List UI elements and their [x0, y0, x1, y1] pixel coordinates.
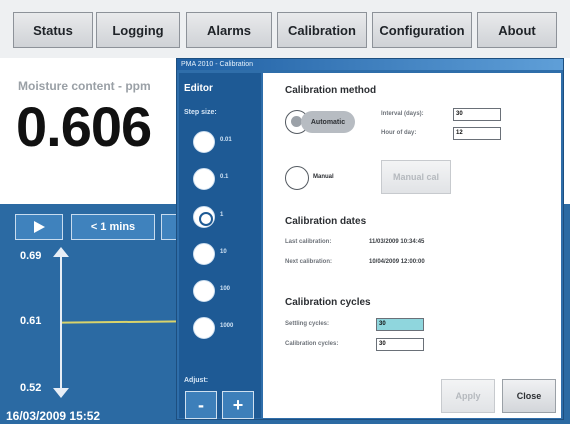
close-button[interactable]: Close [502, 379, 556, 413]
calibration-cycles-heading: Calibration cycles [285, 297, 371, 308]
tab-alarms[interactable]: Alarms [186, 12, 272, 48]
calibration-cycles-label: Calibration cycles: [285, 341, 339, 347]
interval-input[interactable]: 30 [453, 108, 501, 121]
radio-icon [193, 280, 215, 302]
tab-calibration[interactable]: Calibration [277, 12, 367, 48]
step-label: 1 [220, 212, 224, 218]
step-size-label: Step size: [184, 109, 217, 116]
calibration-settings-panel: Calibration method Automatic Interval (d… [263, 73, 561, 418]
step-label: 1000 [220, 323, 234, 329]
hour-of-day-label: Hour of day: [381, 130, 417, 136]
moisture-label: Moisture content - ppm [18, 79, 151, 93]
next-calibration-value: 10/04/2009 12:00:00 [369, 259, 425, 265]
automatic-label[interactable]: Automatic [301, 111, 355, 133]
step-option-0-01[interactable]: 0.01 [179, 131, 261, 161]
y-tick-max: 0.69 [20, 250, 42, 262]
calibration-method-heading: Calibration method [285, 85, 377, 96]
increment-button[interactable]: + [222, 391, 254, 419]
tab-about[interactable]: About [477, 12, 557, 48]
radio-icon [193, 317, 215, 339]
play-icon [34, 221, 45, 233]
last-calibration-value: 11/03/2009 10:34:45 [369, 239, 425, 245]
y-axis-down-arrow-icon[interactable] [53, 388, 69, 398]
step-option-100[interactable]: 100 [179, 280, 261, 310]
calibration-dialog: PMA 2010 - Calibration Editor Step size:… [176, 58, 564, 420]
step-label: 0.1 [220, 174, 229, 180]
step-option-10[interactable]: 10 [179, 243, 261, 273]
step-option-0-1[interactable]: 0.1 [179, 168, 261, 198]
graph-timestamp: 16/03/2009 15:52 [6, 409, 101, 423]
step-label: 10 [220, 249, 227, 255]
editor-title: Editor [184, 83, 213, 94]
step-label: 100 [220, 286, 231, 292]
manual-label[interactable]: Manual [313, 174, 334, 180]
tab-logging[interactable]: Logging [96, 12, 180, 48]
app-window: Status Logging Alarms Calibration Config… [0, 0, 570, 424]
play-button[interactable] [15, 214, 63, 240]
settling-cycles-label: Settling cycles: [285, 321, 330, 327]
calibration-cycles-input[interactable]: 30 [376, 338, 424, 351]
radio-icon [193, 131, 215, 153]
moisture-value: 0.606 [16, 95, 152, 158]
apply-button[interactable]: Apply [441, 379, 495, 413]
adjust-label: Adjust: [184, 377, 209, 384]
radio-icon [193, 243, 215, 265]
tab-configuration[interactable]: Configuration [372, 12, 472, 48]
hour-of-day-input[interactable]: 12 [453, 127, 501, 140]
decrement-button[interactable]: - [185, 391, 217, 419]
step-label: 0.01 [220, 137, 232, 143]
settling-cycles-input[interactable]: 30 [376, 318, 424, 331]
radio-icon [193, 168, 215, 190]
tab-status[interactable]: Status [13, 12, 93, 48]
radio-selected-icon [193, 206, 215, 228]
calibration-dates-heading: Calibration dates [285, 216, 367, 227]
time-range-button[interactable]: < 1 mins [71, 214, 155, 240]
moisture-trace [61, 320, 183, 324]
step-option-1[interactable]: 1 [179, 206, 261, 236]
step-option-1000[interactable]: 1000 [179, 317, 261, 347]
top-nav-bar: Status Logging Alarms Calibration Config… [0, 0, 570, 58]
manual-cal-button[interactable]: Manual cal [381, 160, 451, 194]
editor-panel: Editor Step size: 0.01 0.1 1 10 100 1000… [179, 73, 261, 419]
dialog-title-bar[interactable]: PMA 2010 - Calibration [177, 59, 563, 70]
last-calibration-label: Last calibration: [285, 239, 332, 245]
y-tick-min: 0.52 [20, 382, 42, 394]
next-calibration-label: Next calibration: [285, 259, 333, 265]
y-tick-mid: 0.61 [20, 315, 42, 327]
interval-label: Interval (days): [381, 111, 424, 117]
manual-radio[interactable] [285, 166, 309, 190]
